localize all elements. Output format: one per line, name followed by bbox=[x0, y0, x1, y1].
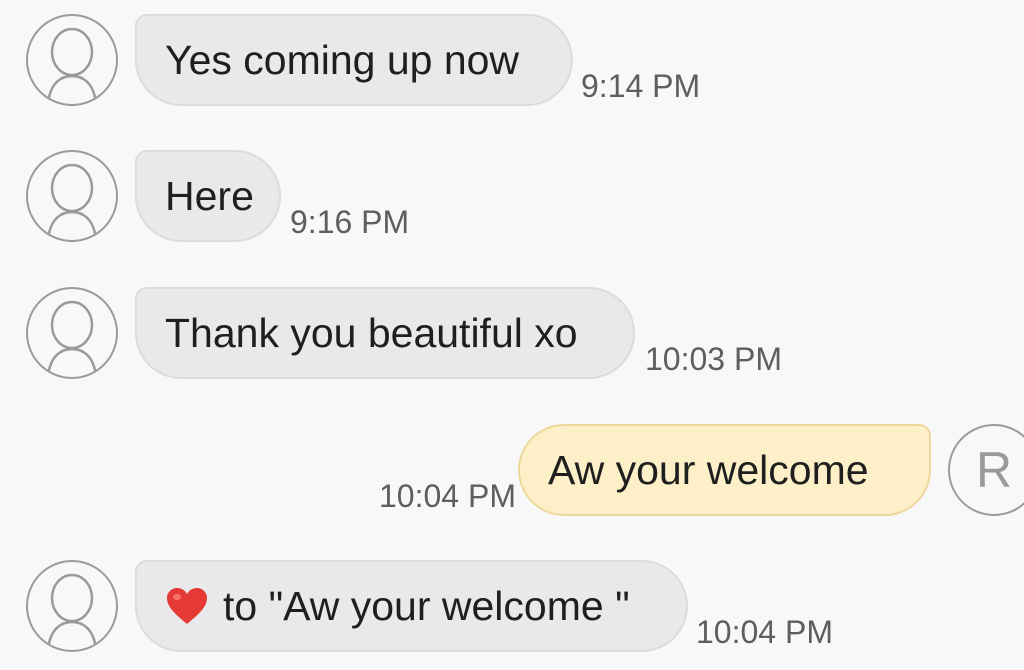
message-row: Yes coming up now 9:14 PM bbox=[0, 14, 1024, 114]
reaction-text: to "Aw your welcome " bbox=[223, 582, 630, 629]
message-row: Thank you beautiful xo 10:03 PM bbox=[0, 287, 1024, 387]
person-silhouette-icon[interactable] bbox=[26, 14, 118, 106]
message-text: Yes coming up now bbox=[165, 36, 520, 83]
message-bubble-outgoing[interactable]: Aw your welcome bbox=[518, 424, 931, 516]
message-timestamp: 10:03 PM bbox=[645, 341, 782, 377]
message-text: Aw your welcome bbox=[548, 446, 869, 493]
message-row: Here 9:16 PM bbox=[0, 150, 1024, 250]
red-heart-icon bbox=[165, 586, 209, 626]
message-text: Thank you beautiful xo bbox=[165, 309, 578, 356]
message-text: Here bbox=[165, 172, 254, 219]
person-silhouette-icon[interactable] bbox=[26, 150, 118, 242]
message-bubble[interactable]: Thank you beautiful xo bbox=[135, 287, 635, 379]
message-bubble[interactable]: Here bbox=[135, 150, 281, 242]
message-row: 10:04 PM Aw your welcome R bbox=[0, 424, 1024, 524]
message-timestamp: 10:04 PM bbox=[379, 478, 516, 514]
message-row: to "Aw your welcome " 10:04 PM bbox=[0, 560, 1024, 660]
message-bubble[interactable]: Yes coming up now bbox=[135, 14, 573, 106]
message-timestamp: 10:04 PM bbox=[696, 614, 833, 650]
person-silhouette-icon[interactable] bbox=[26, 287, 118, 379]
contact-avatar-letter[interactable]: R bbox=[948, 424, 1024, 516]
reaction-bubble[interactable]: to "Aw your welcome " bbox=[135, 560, 688, 652]
message-thread: Yes coming up now 9:14 PM Here 9:16 PM T… bbox=[0, 0, 1024, 670]
person-silhouette-icon[interactable] bbox=[26, 560, 118, 652]
message-timestamp: 9:16 PM bbox=[290, 204, 410, 240]
message-timestamp: 9:14 PM bbox=[581, 68, 701, 104]
